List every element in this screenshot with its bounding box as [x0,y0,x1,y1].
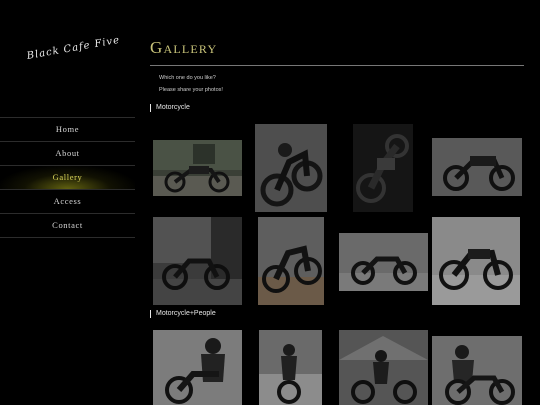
gallery-photo[interactable] [259,330,322,405]
nav-item-gallery[interactable]: Gallery [0,165,135,189]
gallery-photo[interactable] [339,233,428,291]
gallery-photo[interactable] [153,140,242,196]
gallery-photo[interactable] [353,124,413,212]
motorcycle-photo-image [153,140,242,196]
motorcycle-people-photo-image [259,330,322,405]
motorcycle-people-photo-image [339,330,428,405]
gallery-photo[interactable] [432,336,522,405]
nav-item-access[interactable]: Access [0,189,135,213]
sidebar: Black Cafe Five Home About Gallery Acces… [0,0,135,405]
gallery-photo[interactable] [432,138,522,196]
section-heading-motorcycle-people: Motorcycle+People [150,310,216,318]
motorcycle-photo-image [153,217,242,305]
motorcycle-photo-image [255,124,327,212]
gallery-photo[interactable] [432,217,520,305]
gallery-photo[interactable] [255,124,327,212]
gallery-photo[interactable] [153,330,242,405]
motorcycle-photo-image [432,138,522,196]
nav-item-contact[interactable]: Contact [0,213,135,238]
motorcycle-photo-image [258,217,324,305]
title-divider [150,65,524,66]
page-title: Gallery [150,38,218,57]
section-heading-motorcycle: Motorcycle [150,104,190,112]
motorcycle-people-photo-image [432,336,522,405]
motorcycle-photo-image [432,217,520,305]
nav-item-home[interactable]: Home [0,117,135,141]
gallery-photo[interactable] [339,330,428,405]
motorcycle-people-photo-image [153,330,242,405]
intro-line-1: Which one do you like? [159,75,216,81]
motorcycle-photo-image [339,233,428,291]
gallery-photo[interactable] [258,217,324,305]
nav-item-about[interactable]: About [0,141,135,165]
gallery-photo[interactable] [153,217,242,305]
main-nav: Home About Gallery Access Contact [0,117,135,238]
intro-text: Which one do you like? Please share your… [159,72,223,96]
intro-line-2: Please share your photos! [159,87,223,93]
site-logo[interactable]: Black Cafe Five [26,35,121,80]
main-content: Gallery Which one do you like? Please sh… [150,0,524,405]
motorcycle-photo-image [353,124,413,212]
